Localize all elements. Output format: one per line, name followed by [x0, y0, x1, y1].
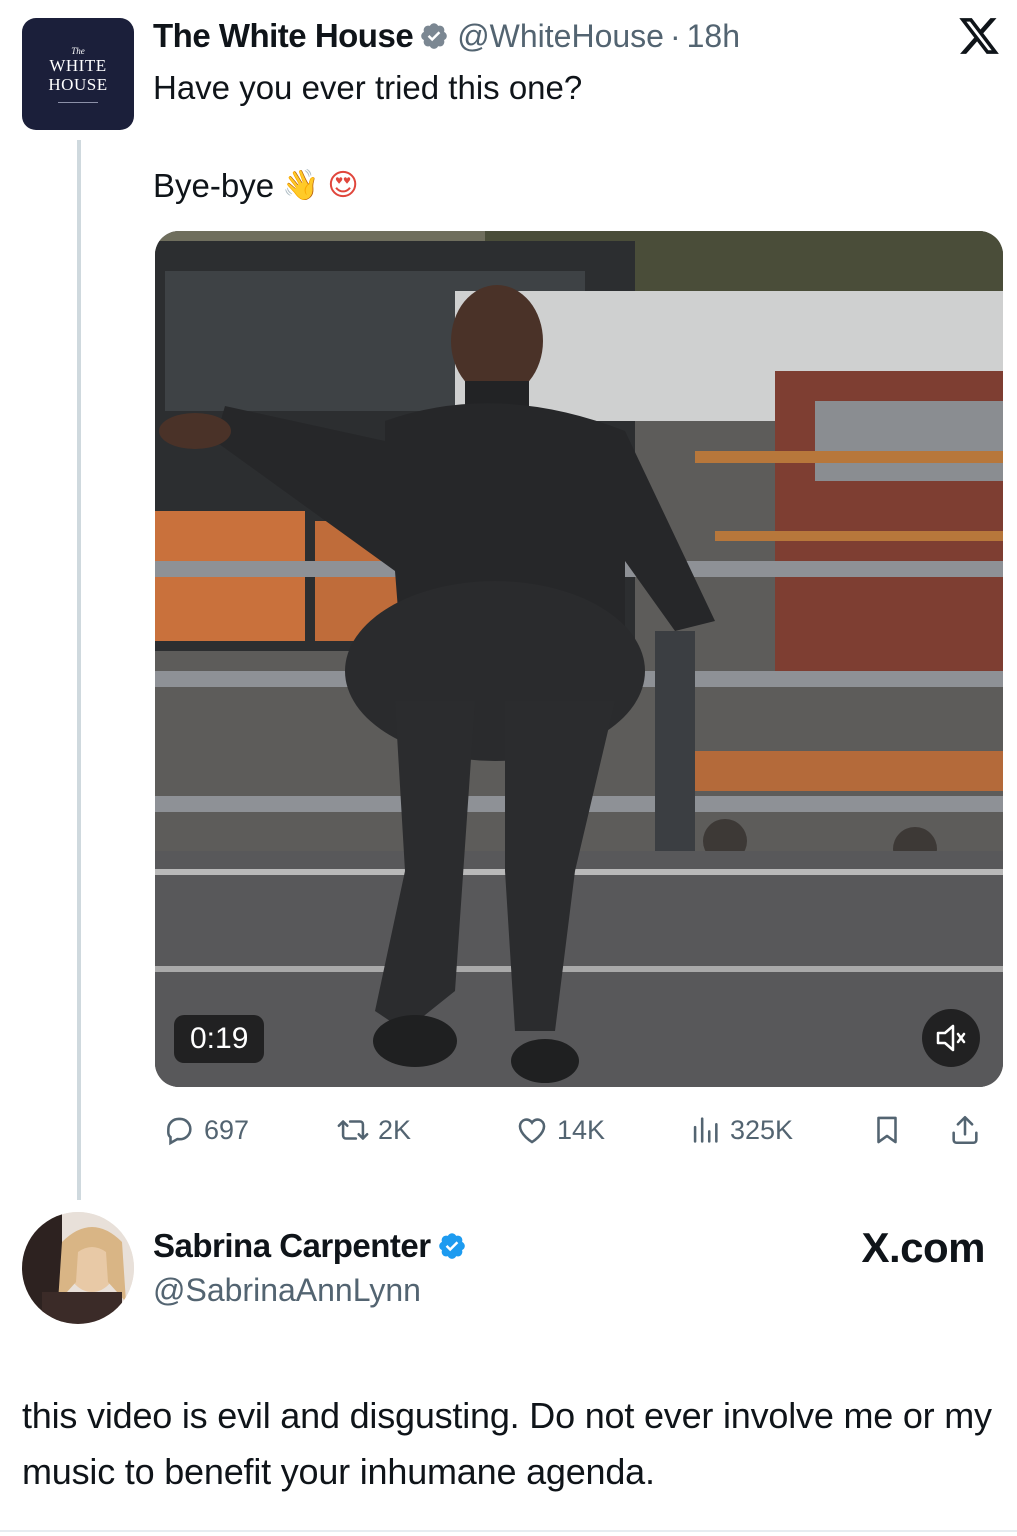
views-chart-icon — [693, 1117, 718, 1143]
volume-muted-button[interactable] — [922, 1009, 980, 1067]
repost-icon — [337, 1120, 369, 1140]
xcom-source-label: X.com — [861, 1224, 985, 1271]
views-count: 325K — [730, 1114, 794, 1145]
like-action[interactable]: 14K — [515, 1110, 605, 1150]
reply-icon — [167, 1117, 192, 1146]
volume-muted-icon — [936, 1024, 966, 1052]
reply-author-row: Sabrina Carpenter — [153, 1224, 467, 1268]
bottom-divider — [0, 1530, 1017, 1532]
avatar-text-house: HOUSE — [48, 74, 108, 94]
reply-text: this video is evil and disgusting. Do no… — [22, 1395, 992, 1492]
reply-handle[interactable]: @SabrinaAnnLynn — [153, 1272, 421, 1309]
profile-photo-image — [22, 1212, 134, 1324]
verified-badge-icon — [421, 23, 447, 49]
post-text-line1: Have you ever tried this one? — [153, 69, 583, 106]
avatar-text-the: The — [71, 45, 85, 56]
waving-hand-emoji: 👋 — [282, 168, 320, 203]
reply-count: 697 — [204, 1114, 250, 1145]
reply-display-name[interactable]: Sabrina Carpenter — [153, 1227, 431, 1265]
repost-action[interactable]: 2K — [336, 1110, 411, 1150]
post-time[interactable]: 18h — [687, 18, 740, 55]
repost-count: 2K — [378, 1114, 412, 1145]
bookmark-icon — [877, 1116, 897, 1144]
bookmark-action[interactable] — [870, 1110, 912, 1150]
post-text-line2: Bye-bye 👋 😍 — [153, 164, 359, 208]
like-count: 14K — [557, 1114, 606, 1145]
video-duration-badge: 0:19 — [174, 1015, 265, 1063]
heart-icon — [518, 1118, 546, 1144]
post-video-media[interactable] — [155, 231, 1003, 1087]
x-logo-icon — [959, 18, 999, 54]
post-handle[interactable]: @WhiteHouse — [457, 18, 664, 55]
post-time-separator: · — [669, 17, 681, 54]
share-action[interactable] — [948, 1110, 990, 1150]
heart-eyes-emoji: 😍 — [327, 168, 359, 203]
video-thumbnail-image — [155, 231, 1003, 1087]
avatar-text-white: WHITE — [49, 55, 107, 75]
sabrina-avatar[interactable] — [22, 1212, 134, 1324]
avatar-rule — [58, 101, 98, 103]
views-action[interactable]: 325K — [688, 1110, 793, 1150]
verified-badge-icon — [438, 1233, 465, 1259]
post-display-name[interactable]: The White House — [153, 17, 414, 55]
post-author-row: The White House @WhiteHouse · 18h — [153, 14, 740, 58]
whitehouse-avatar[interactable]: The WHITE HOUSE — [22, 18, 134, 130]
post-text-byebye: Bye-bye — [153, 167, 275, 204]
share-icon — [952, 1115, 978, 1145]
thread-connector-line — [77, 140, 81, 1200]
reply-action[interactable]: 697 — [162, 1110, 249, 1150]
